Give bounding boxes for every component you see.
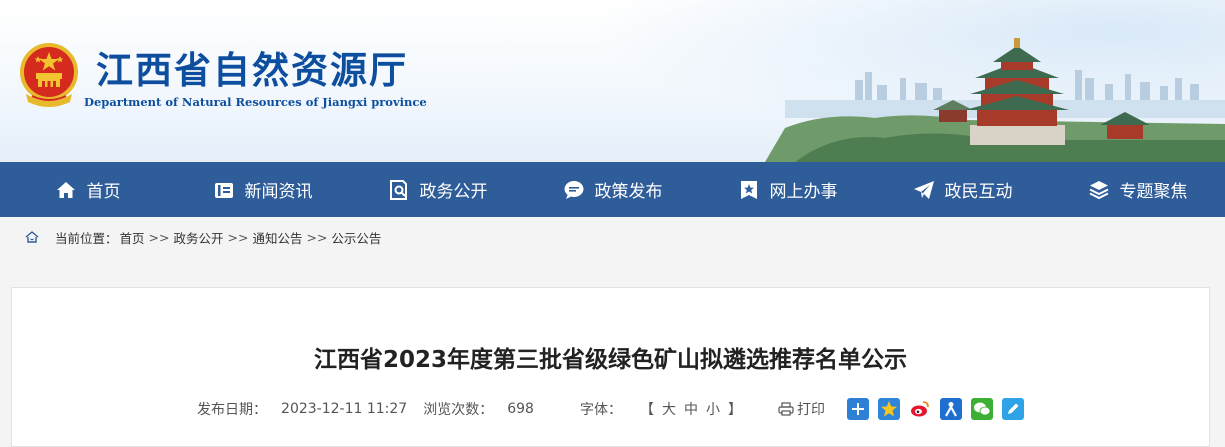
- share-bar: [846, 398, 1024, 420]
- breadcrumb-separator: >>: [148, 229, 170, 245]
- breadcrumb-gov-affairs-link[interactable]: 政务公开: [173, 228, 223, 247]
- home-icon: [56, 181, 75, 198]
- breadcrumb-separator: >>: [306, 229, 328, 245]
- print-button[interactable]: 打印: [778, 399, 825, 419]
- breadcrumb-home-icon: [25, 231, 39, 243]
- renren-icon[interactable]: [939, 398, 962, 420]
- nav-item-topics[interactable]: 专题聚焦: [1050, 162, 1225, 217]
- tengwang-pavilion-banner-image: [765, 38, 1225, 162]
- font-size-control: 【大中小】: [639, 402, 742, 418]
- nav-item-label: 政民互动: [944, 182, 1013, 202]
- nav-item-interaction[interactable]: 政民互动: [875, 162, 1050, 217]
- font-large-button[interactable]: 大: [662, 402, 676, 418]
- publish-date-label: 发布日期：: [197, 402, 268, 418]
- nav-item-label: 首页: [86, 182, 121, 202]
- breadcrumb-notices-link[interactable]: 通知公告: [252, 228, 302, 247]
- pen-icon[interactable]: [1001, 398, 1024, 420]
- news-icon: [214, 182, 233, 198]
- qzone-icon[interactable]: [877, 398, 900, 420]
- star-service-icon: [740, 180, 757, 199]
- paper-plane-icon: [913, 180, 934, 199]
- weibo-icon[interactable]: [908, 398, 931, 420]
- breadcrumb-separator: >>: [227, 229, 249, 245]
- nav-item-online-service[interactable]: 网上办事: [700, 162, 875, 217]
- nav-item-label: 网上办事: [769, 182, 838, 202]
- view-count-label: 浏览次数：: [423, 402, 494, 418]
- article-panel: 江西省2023年度第三批省级绿色矿山拟遴选推荐名单公示 发布日期： 2023-1…: [11, 287, 1210, 447]
- view-count: 698: [507, 401, 534, 417]
- site-subtitle: Department of Natural Resources of Jiang…: [84, 95, 427, 109]
- nav-item-label: 新闻资讯: [244, 182, 313, 202]
- layers-icon: [1089, 180, 1108, 199]
- breadcrumb-announcements-link[interactable]: 公示公告: [331, 228, 381, 247]
- nav-item-label: 政务公开: [419, 182, 488, 202]
- wechat-icon[interactable]: [970, 398, 993, 420]
- article-meta: 发布日期： 2023-12-11 11:27 浏览次数： 698 字体： 【大中…: [12, 398, 1209, 420]
- font-size-label: 字体：: [579, 402, 622, 418]
- print-label: 打印: [796, 402, 825, 418]
- nav-item-home[interactable]: 首页: [0, 162, 175, 217]
- nav-item-gov-affairs[interactable]: 政务公开: [350, 162, 525, 217]
- font-medium-button[interactable]: 中: [684, 402, 698, 418]
- share-plus-icon[interactable]: [846, 398, 869, 420]
- national-emblem-icon: [20, 43, 78, 107]
- nav-item-news[interactable]: 新闻资讯: [175, 162, 350, 217]
- nav-item-policy[interactable]: 政策发布: [525, 162, 700, 217]
- site-title: 江西省自然资源厅: [96, 48, 408, 92]
- breadcrumb-label: 当前位置：: [55, 230, 118, 246]
- site-header: 江西省自然资源厅 Department of Natural Resources…: [0, 0, 1225, 162]
- article-title: 江西省2023年度第三批省级绿色矿山拟遴选推荐名单公示: [313, 347, 907, 373]
- publish-date: 2023-12-11 11:27: [281, 401, 408, 417]
- nav-item-label: 专题聚焦: [1119, 182, 1188, 202]
- breadcrumb-home-link[interactable]: 首页: [120, 228, 145, 247]
- chat-bubble-icon: [564, 180, 583, 199]
- printer-icon: [778, 402, 794, 416]
- font-small-button[interactable]: 小: [706, 402, 720, 418]
- nav-item-label: 政策发布: [594, 182, 663, 202]
- breadcrumb: 当前位置： 首页 >> 政务公开 >> 通知公告 >> 公示公告: [0, 217, 1225, 257]
- document-search-icon: [389, 179, 407, 200]
- main-navigation: 首页 新闻资讯 政务公开 政策发布 网上办事 政民互动 专题聚焦: [0, 162, 1225, 217]
